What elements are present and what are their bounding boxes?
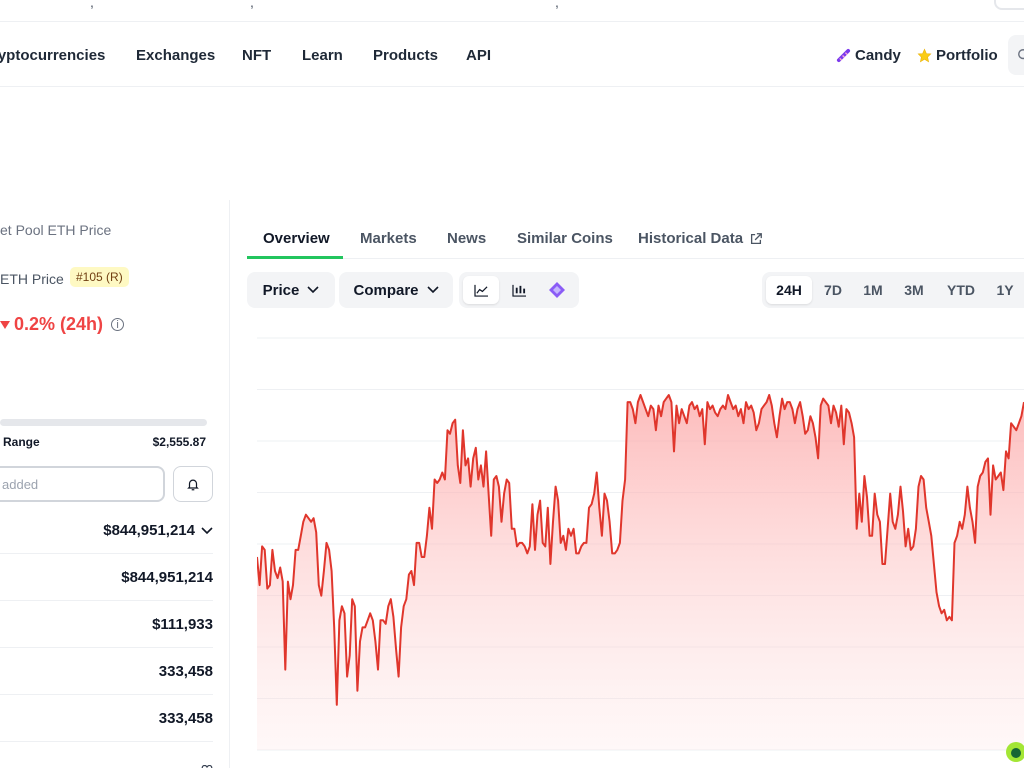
stat-value: 333,458 <box>158 663 213 680</box>
external-link-icon <box>751 232 762 244</box>
range-1m[interactable]: 1M <box>856 276 890 304</box>
nav-item-api[interactable]: API <box>466 47 491 64</box>
coin-title: et Pool ETH Price <box>0 222 112 238</box>
bell-icon <box>187 479 199 490</box>
top-divider-mark: , <box>555 0 559 10</box>
chevron-down-icon <box>307 286 319 294</box>
candlestick-chart-button[interactable] <box>501 276 537 304</box>
range-7d[interactable]: 7D <box>816 276 850 304</box>
time-range-selector: 24H 7D 1M 3M YTD 1Y <box>762 272 1024 308</box>
search-button[interactable] <box>1008 35 1024 75</box>
compare-dropdown[interactable]: Compare <box>339 272 453 308</box>
nav-item-exchanges[interactable]: Exchanges <box>136 47 215 64</box>
line-chart-button[interactable] <box>463 276 499 304</box>
chevron-down-icon <box>426 286 439 294</box>
stat-row: 333,458 <box>0 695 213 742</box>
range-label: Range <box>3 435 40 449</box>
nav-item-nft[interactable]: NFT <box>242 47 271 64</box>
tab-historical-data[interactable]: Historical Data <box>638 230 763 247</box>
diamond-icon <box>549 282 565 298</box>
stat-row: 333,458 <box>0 648 213 695</box>
caret-down-icon <box>0 320 10 329</box>
range-3m[interactable]: 3M <box>896 276 932 304</box>
price-dropdown-label: Price <box>262 281 300 299</box>
coin-price-label: ETH Price <box>0 271 64 287</box>
heart-icon[interactable] <box>201 760 213 768</box>
price-alert-button[interactable] <box>173 466 213 502</box>
stat-row: $844,951,214 <box>0 554 213 601</box>
rank-badge: #105 (R) <box>70 267 129 287</box>
search-icon <box>1018 49 1024 60</box>
tradingview-button[interactable] <box>539 276 575 304</box>
price-dropdown[interactable]: Price <box>247 272 335 308</box>
stat-value: $844,951,214 <box>121 569 213 586</box>
main-nav: ryptocurrencies Exchanges NFT Learn Prod… <box>0 23 1024 87</box>
stat-value: 333,458 <box>158 710 213 727</box>
portfolio-label: Portfolio <box>936 47 998 64</box>
tab-historical-data-label: Historical Data <box>638 230 744 247</box>
price-change: 0.2% (24h) i <box>0 314 125 335</box>
price-range-bar <box>0 419 207 426</box>
tab-similar-coins[interactable]: Similar Coins <box>517 230 613 247</box>
range-1y[interactable]: 1Y <box>988 276 1022 304</box>
coin-sidebar: et Pool ETH Price ETH Price #105 (R) 0.2… <box>0 200 230 768</box>
price-chart[interactable] <box>257 320 1024 760</box>
candlestick-icon <box>511 284 526 297</box>
compare-dropdown-label: Compare <box>353 281 419 299</box>
portfolio-input[interactable]: added <box>0 466 165 502</box>
nav-item-cryptocurrencies[interactable]: ryptocurrencies <box>0 47 105 64</box>
coin-tabs: Overview Markets News Similar Coins Hist… <box>247 219 1024 259</box>
nav-item-products[interactable]: Products <box>373 47 438 64</box>
range-value: $2,555.87 <box>152 435 206 449</box>
stat-row: $111,933 <box>0 601 213 648</box>
info-icon[interactable]: i <box>111 318 125 331</box>
portfolio-link[interactable]: Portfolio <box>917 47 998 64</box>
chart-type-toggle <box>459 272 579 308</box>
top-divider-mark: , <box>90 0 94 10</box>
stat-value: $111,933 <box>152 616 213 633</box>
top-strip: , , , <box>0 0 1024 22</box>
feedback-bug-icon[interactable] <box>1005 741 1024 763</box>
candy-icon <box>836 48 851 63</box>
star-icon <box>917 48 932 63</box>
tab-overview[interactable]: Overview <box>263 230 330 247</box>
chevron-down-icon <box>201 526 213 534</box>
chart-area-fill <box>257 395 1024 750</box>
tab-news[interactable]: News <box>447 230 486 247</box>
top-divider-mark: , <box>250 0 254 10</box>
range-24h[interactable]: 24H <box>766 276 812 304</box>
line-chart-icon <box>473 284 488 297</box>
candy-link[interactable]: Candy <box>836 47 901 64</box>
range-ytd[interactable]: YTD <box>940 276 982 304</box>
top-right-button[interactable] <box>994 0 1024 10</box>
nav-item-learn[interactable]: Learn <box>302 47 343 64</box>
stat-value: $844,951,214 <box>103 522 195 539</box>
candy-label: Candy <box>855 47 901 64</box>
tab-markets[interactable]: Markets <box>360 230 417 247</box>
active-tab-indicator <box>247 256 343 259</box>
price-change-value: 0.2% (24h) <box>14 314 104 334</box>
stat-row[interactable]: $844,951,214 <box>0 507 213 554</box>
